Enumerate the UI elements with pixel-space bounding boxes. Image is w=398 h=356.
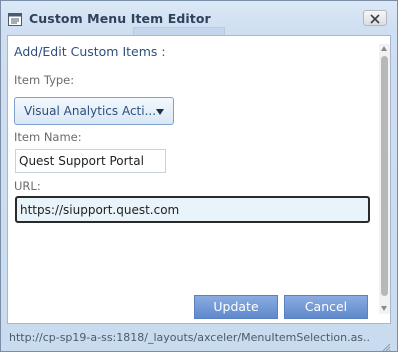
item-name-input[interactable] <box>15 149 166 173</box>
status-bar: http://cp-sp19-a-ss:1818/_layouts/axcele… <box>1 324 397 352</box>
form-heading: Add/Edit Custom Items : <box>14 44 166 59</box>
resize-grip-icon[interactable] <box>381 337 391 352</box>
dialog-window: Custom Menu Item Editor Add/Edit Custom … <box>0 0 398 352</box>
window-title: Custom Menu Item Editor <box>29 11 211 26</box>
scroll-up-icon[interactable] <box>381 46 387 51</box>
scroll-down-icon[interactable] <box>381 306 387 311</box>
url-input[interactable] <box>15 196 370 223</box>
chevron-down-icon <box>156 109 164 115</box>
url-label: URL: <box>14 179 41 193</box>
update-button[interactable]: Update <box>194 295 278 319</box>
close-icon <box>370 14 380 24</box>
status-url: http://cp-sp19-a-ss:1818/_layouts/axcele… <box>9 331 369 344</box>
close-button[interactable] <box>363 10 387 26</box>
item-type-select[interactable]: Visual Analytics Acti... <box>14 97 174 125</box>
vertical-scrollbar[interactable] <box>379 44 390 314</box>
window-icon <box>8 11 22 26</box>
item-type-value: Visual Analytics Acti... <box>24 104 157 118</box>
cancel-button[interactable]: Cancel <box>284 295 368 319</box>
item-type-label: Item Type: <box>14 73 75 87</box>
item-name-label: Item Name: <box>14 130 82 144</box>
scrollbar-thumb[interactable] <box>381 56 388 296</box>
editor-panel: Add/Edit Custom Items : Item Type: Visua… <box>7 35 391 324</box>
